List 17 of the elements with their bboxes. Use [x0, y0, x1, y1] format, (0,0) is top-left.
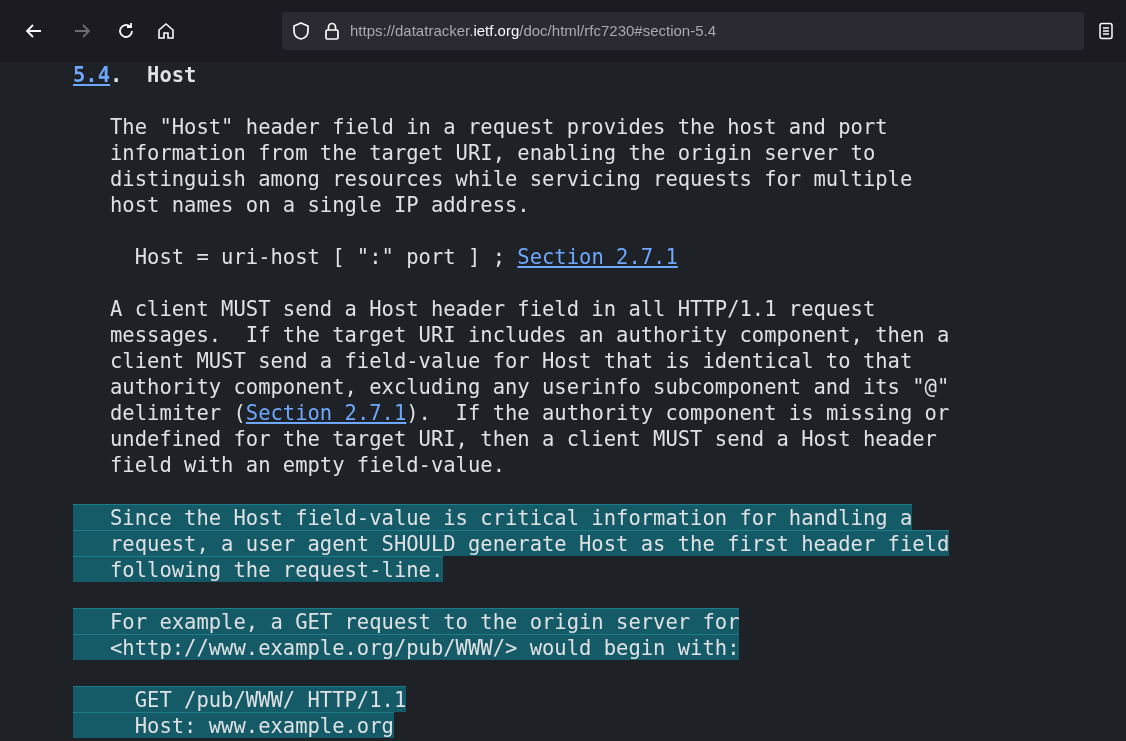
section-title: . Host: [110, 63, 197, 87]
url-text: https://datatracker.ietf.org/doc/html/rfc7230#section-5.4: [350, 20, 717, 41]
lock-icon: [324, 21, 340, 41]
home-icon: [156, 21, 176, 41]
paragraph: Since the Host field-value is critical information for handling a request, a user agent SHOULD generate Host as the first header field following the request-line.: [73, 504, 950, 582]
section-link[interactable]: Section 2.7.1: [517, 245, 678, 269]
paragraph: Host = uri-host [ ":" port ] ; Section 2.7.1: [133, 244, 678, 270]
paragraph: GET /pub/WWW/ HTTP/1.1 Host: www.example.org: [73, 686, 407, 738]
paragraph: The "Host" header field in a request provides the host and port information from the target URI, enabling the origin server to distinguish among resources while servicing requests for multiple host names on a single IP address.: [109, 114, 913, 218]
reload-icon: [116, 21, 136, 41]
address-bar[interactable]: https://datatracker.ietf.org/doc/html/rfc7230#section-5.4: [282, 12, 1084, 50]
shield-icon: [292, 21, 310, 41]
section-link[interactable]: Section 2.7.1: [245, 401, 407, 425]
paragraph: For example, a GET request to the origin server for <http://www.example.org/pub/WWW/> would begin with:: [73, 608, 740, 660]
paragraph: A client MUST send a Host header field in all HTTP/1.1 request messages. If the target URI includes an authority component, then a client MUST send a field-value for Host that is identical to that authority component, excluding any userinfo subcomponent and its "@" delimiter (Section 2.7.1). If the authority component is missing or undefined for the target URI, then a client MUST send a Host header field with an empty field-value.: [109, 296, 950, 478]
section-number-link[interactable]: 5.4: [73, 63, 111, 87]
reader-view-icon[interactable]: [1098, 22, 1114, 40]
